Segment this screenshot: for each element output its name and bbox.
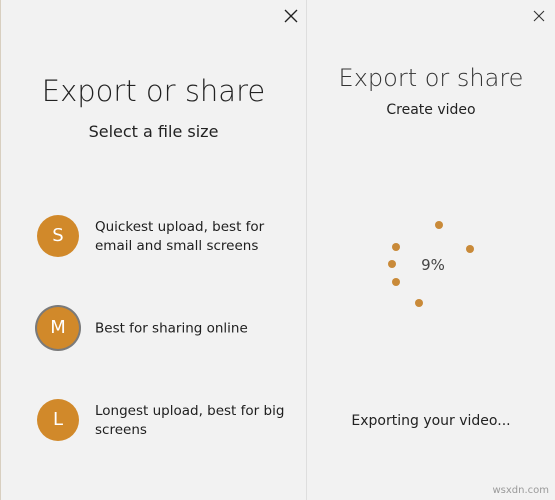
size-option-small[interactable]: S Quickest upload, best for email and sm…: [37, 215, 292, 259]
page-subtitle: Select a file size: [88, 122, 219, 141]
spinner-dot: [415, 299, 423, 307]
size-option-large-label: Longest upload, best for big screens: [95, 403, 285, 438]
size-badge-large: L: [37, 399, 79, 441]
progress-percent: 9%: [421, 256, 445, 274]
spinner-dot: [392, 243, 400, 251]
page-title: Export or share: [41, 74, 266, 108]
spinner-dot: [392, 278, 400, 286]
size-option-medium-label: Best for sharing online: [95, 320, 248, 337]
export-dialog-screenshot: Export or share Select a file size S Qui…: [0, 0, 555, 500]
size-option-medium[interactable]: M Best for sharing online: [37, 307, 292, 351]
watermark-text: wsxdn.com: [492, 485, 549, 496]
size-option-large[interactable]: L Longest upload, best for big screens: [37, 399, 292, 443]
size-option-small-label: Quickest upload, best for email and smal…: [95, 219, 265, 254]
export-status-text: Exporting your video...: [351, 413, 511, 429]
size-badge-small: S: [37, 215, 79, 257]
close-button-right[interactable]: [531, 8, 547, 24]
progress-spinner: 9%: [378, 214, 488, 314]
progress-title: Export or share: [338, 64, 524, 92]
file-size-panel: Export or share Select a file size S Qui…: [0, 0, 306, 500]
close-button-left[interactable]: [281, 6, 301, 26]
progress-subtitle: Create video: [386, 102, 476, 118]
spinner-dot: [466, 245, 474, 253]
close-icon: [284, 9, 298, 23]
spinner-dot: [435, 221, 443, 229]
close-icon: [533, 10, 545, 22]
size-badge-medium: M: [37, 307, 79, 349]
